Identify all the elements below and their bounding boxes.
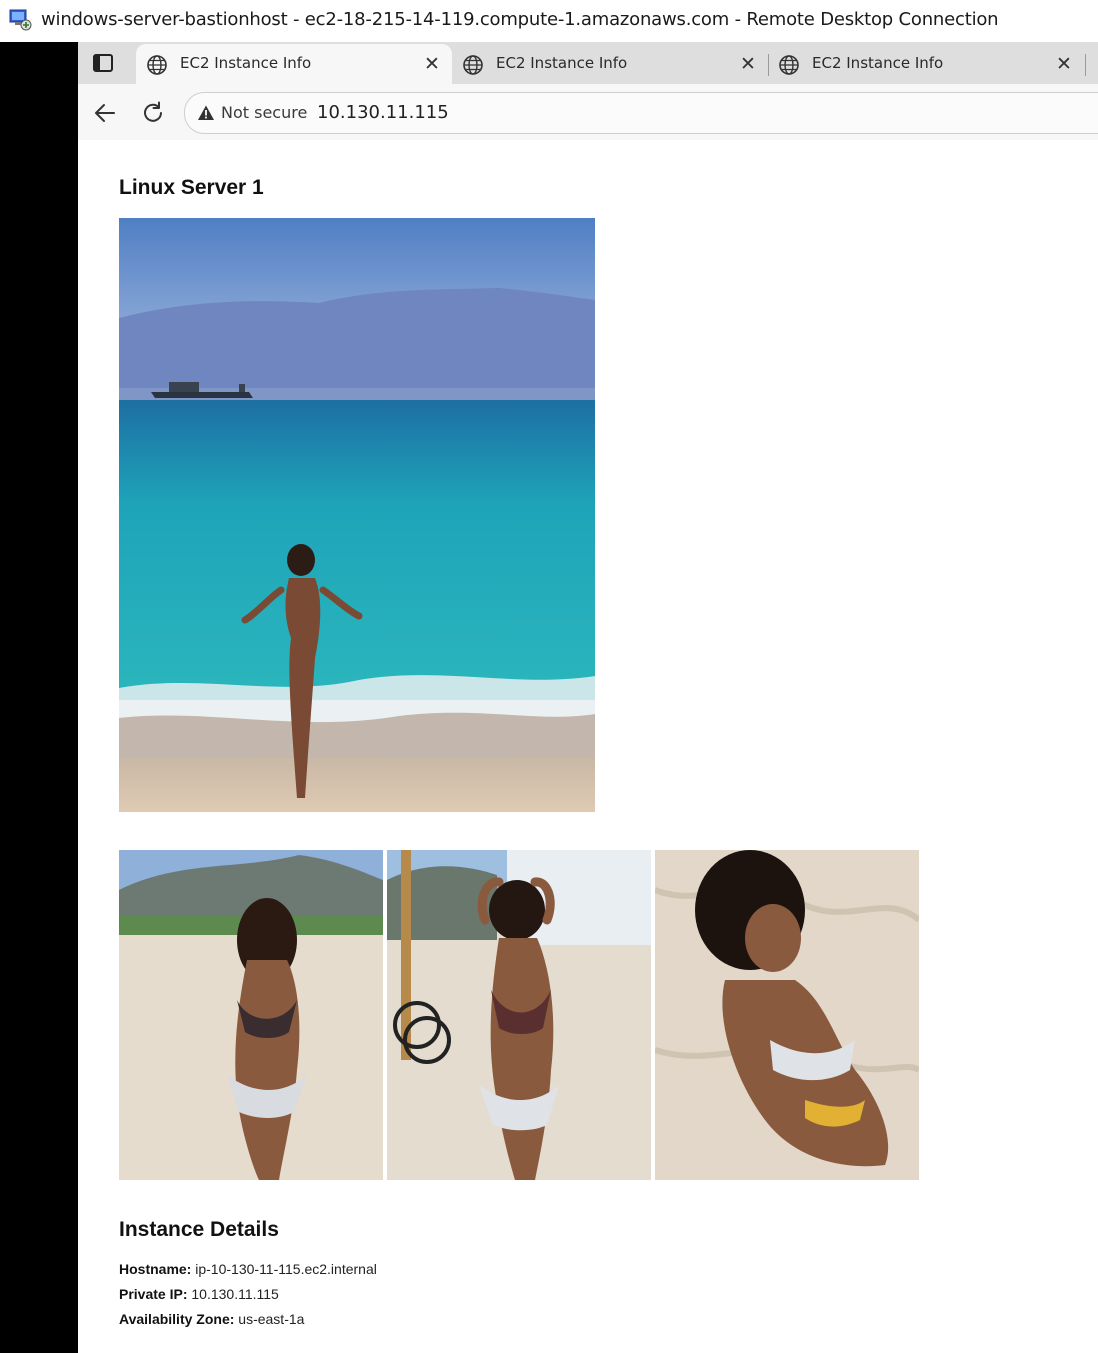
availability-zone-label: Availability Zone:: [119, 1311, 235, 1327]
remote-desktop-icon: [9, 9, 32, 31]
close-tab-2-icon[interactable]: ✕: [740, 53, 756, 75]
instance-details-heading: Instance Details: [119, 1218, 279, 1241]
address-bar[interactable]: Not secure 10.130.11.115: [184, 92, 1098, 134]
tab-1-label: EC2 Instance Info: [180, 54, 312, 72]
close-tab-1-icon[interactable]: ✕: [424, 53, 440, 75]
main-beach-photo: [119, 218, 595, 812]
close-tab-3-icon[interactable]: ✕: [1056, 53, 1072, 75]
warning-icon[interactable]: [197, 104, 215, 122]
url-text[interactable]: 10.130.11.115: [317, 102, 449, 123]
tab-3[interactable]: EC2 Instance Info ✕: [768, 44, 1084, 84]
globe-icon: [463, 55, 483, 75]
tab-2[interactable]: EC2 Instance Info ✕: [452, 44, 768, 84]
availability-zone-row: Availability Zone: us-east-1a: [119, 1311, 304, 1327]
beach-photo-2-image: [119, 850, 383, 1180]
left-black-strip: [0, 42, 78, 1353]
browser-toolbar: Not secure 10.130.11.115: [78, 84, 1098, 140]
globe-icon: [779, 55, 799, 75]
beach-photo-4-image: [655, 850, 919, 1180]
availability-zone-value: us-east-1a: [238, 1311, 305, 1327]
private-ip-label: Private IP:: [119, 1286, 188, 1302]
web-page: Linux Server 1 Instance Details Hostname…: [84, 140, 1098, 1353]
tab-1[interactable]: EC2 Instance Info ✕: [136, 44, 452, 84]
private-ip-value: 10.130.11.115: [191, 1286, 279, 1302]
reload-icon[interactable]: [140, 100, 166, 126]
beach-photo-image: [119, 218, 595, 812]
security-status-label[interactable]: Not secure: [221, 103, 307, 122]
hostname-value: ip-10-130-11-115.ec2.internal: [195, 1261, 377, 1277]
tab-3-label: EC2 Instance Info: [812, 54, 944, 72]
beach-photo-4: [655, 850, 919, 1180]
private-ip-row: Private IP: 10.130.11.115: [119, 1286, 279, 1302]
hostname-label: Hostname:: [119, 1261, 192, 1277]
globe-icon: [147, 55, 167, 75]
beach-photo-3-image: [387, 850, 651, 1180]
tab-2-label: EC2 Instance Info: [496, 54, 628, 72]
back-arrow-icon[interactable]: [92, 100, 118, 126]
beach-photo-3: [387, 850, 651, 1180]
hostname-row: Hostname: ip-10-130-11-115.ec2.internal: [119, 1261, 377, 1277]
tab-separator: [1085, 54, 1086, 76]
tab-actions-icon[interactable]: [92, 52, 114, 74]
rdp-titlebar: windows-server-bastionhost - ec2-18-215-…: [0, 0, 1098, 42]
tab-strip: EC2 Instance Info ✕ EC2 Instance Info ✕ …: [78, 42, 1098, 84]
page-title: Linux Server 1: [119, 176, 264, 199]
beach-photo-2: [119, 850, 383, 1180]
window-title: windows-server-bastionhost - ec2-18-215-…: [41, 9, 999, 30]
